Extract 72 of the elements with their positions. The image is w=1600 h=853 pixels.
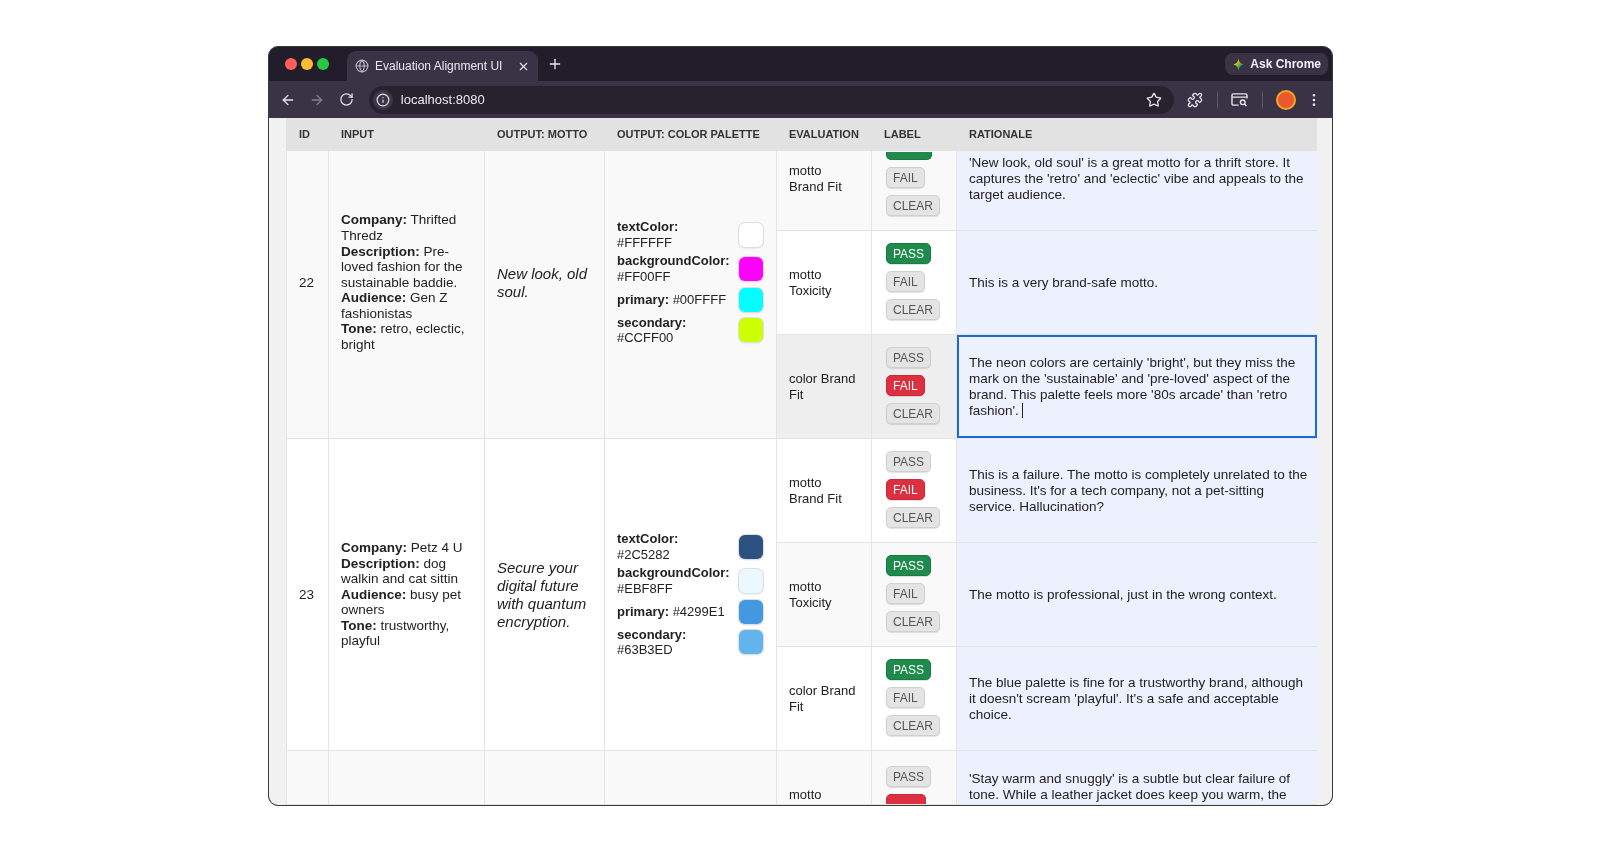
motto-cell: New look, old soul. — [484, 151, 605, 439]
reload-icon[interactable] — [338, 92, 354, 107]
id-cell: 23 — [286, 438, 329, 751]
fail-button[interactable]: FAIL — [886, 271, 925, 292]
info-icon[interactable] — [372, 89, 393, 110]
column-header: INPUT — [340, 127, 375, 143]
star-icon[interactable] — [1146, 91, 1163, 108]
column-header: ID — [298, 127, 311, 143]
window-maximize-icon[interactable] — [317, 58, 329, 70]
column-header: OUTPUT: MOTTO — [496, 127, 589, 143]
fail-button[interactable]: FAIL — [886, 479, 925, 500]
evaluation-cell: motto Brand Fit — [776, 151, 872, 231]
sparkle-icon — [1232, 57, 1246, 71]
clear-button[interactable]: CLEAR — [886, 299, 940, 320]
column-header: LABEL — [883, 127, 922, 143]
color-value-text: primary: #00FFFF — [617, 291, 728, 308]
fail-button[interactable]: FAIL — [886, 375, 925, 396]
clear-button[interactable]: CLEAR — [886, 403, 940, 424]
window-search-icon[interactable] — [1231, 92, 1249, 107]
pass-button[interactable]: PASS — [886, 555, 932, 576]
pass-button[interactable] — [886, 152, 932, 160]
evaluation-cell: motto — [776, 750, 872, 805]
clear-button[interactable]: CLEAR — [886, 195, 940, 216]
color-value-text: backgroundColor: #EBF8FF — [617, 565, 731, 597]
fail-button[interactable]: FAIL — [886, 167, 925, 188]
detail-text: Company: Thrifted Thredz — [341, 212, 458, 244]
fail-button[interactable] — [886, 794, 926, 804]
column-header: OUTPUT: COLOR PALETTE — [616, 127, 761, 143]
color-value-text: primary: #4299E1 — [617, 603, 726, 620]
evaluation-cell: motto Toxicity — [776, 542, 872, 647]
pass-button[interactable]: PASS — [886, 659, 932, 680]
column-header: EVALUATION — [788, 127, 860, 143]
window-minimize-icon[interactable] — [301, 58, 313, 70]
rationale-field[interactable]: This is a very brand-safe motto. — [956, 230, 1317, 335]
detail-text: Company: Petz 4 U — [341, 539, 464, 556]
evaluation-cell: color Brand Fit — [776, 646, 872, 751]
rationale-field[interactable]: The blue palette is fine for a trustworthy brand, although it doesn't scream 'playful'. It's a safe and acceptable choice. — [956, 646, 1317, 751]
pass-button[interactable]: PASS — [886, 451, 932, 472]
fail-button[interactable]: FAIL — [886, 687, 925, 708]
ask-button[interactable]: Ask Chrome — [1225, 53, 1328, 75]
evaluation-cell: motto Brand Fit — [776, 438, 872, 543]
rationale-field[interactable]: The neon colors are certainly 'bright', but they miss the mark on the 'sustainable' and 'pre-loved' aspect of the brand. This palette feels more '80s arcade' than 'retro fashion'. — [956, 334, 1317, 439]
color-value-text: backgroundColor: #FF00FF — [617, 253, 731, 285]
clear-button[interactable]: CLEAR — [886, 715, 940, 736]
detail-text: Description: Pre-loved fashion for the sustainable baddie. — [341, 243, 464, 291]
rationale-field[interactable]: This is a failure. The motto is completely unrelated to the business. It's for a tech company, not a pet-sitting service. Hallucination? — [956, 438, 1317, 543]
pass-button[interactable]: PASS — [886, 766, 932, 787]
detail-text: Tone: retro, eclectic, bright — [341, 321, 466, 353]
address-bar[interactable]: localhost:8080 — [368, 85, 1175, 114]
motto-cell: Secure your digital future with quantum encryption. — [484, 438, 605, 751]
color-value-text: secondary: #63B3ED — [617, 626, 688, 658]
fail-button[interactable]: FAIL — [886, 583, 925, 604]
text-cursor-icon — [1021, 402, 1023, 418]
window-close-icon[interactable] — [285, 58, 297, 70]
id-cell: 22 — [286, 151, 329, 439]
column-header: RATIONALE — [968, 127, 1034, 143]
clear-button[interactable]: CLEAR — [886, 611, 940, 632]
avatar-icon[interactable] — [1276, 89, 1297, 110]
pass-button[interactable]: PASS — [886, 243, 932, 264]
evaluation-cell: color Brand Fit — [776, 334, 872, 439]
puzzle-icon[interactable] — [1187, 91, 1204, 108]
globe-icon — [355, 59, 369, 73]
rationale-field[interactable]: 'Stay warm and snuggly' is a subtle but clear failure of tone. While a leather jacket does keep you warm, the — [956, 750, 1317, 805]
detail-text: Tone: trustworthy, playful — [341, 617, 451, 650]
browser-tab[interactable]: Evaluation Alignment UI — [347, 51, 538, 81]
plus-icon[interactable] — [547, 56, 563, 72]
pass-button[interactable]: PASS — [886, 347, 932, 368]
rationale-field[interactable]: 'New look, old soul' is a great motto for a thrift store. It captures the 'retro' and 'eclectic' vibe and appeals to the target audience. — [956, 151, 1317, 231]
color-value-text: secondary: #CCFF00 — [617, 314, 688, 346]
rationale-field[interactable]: The motto is professional, just in the wrong context. — [956, 542, 1317, 647]
clear-button[interactable]: CLEAR — [886, 507, 940, 528]
evaluation-cell: motto Toxicity — [776, 230, 872, 335]
